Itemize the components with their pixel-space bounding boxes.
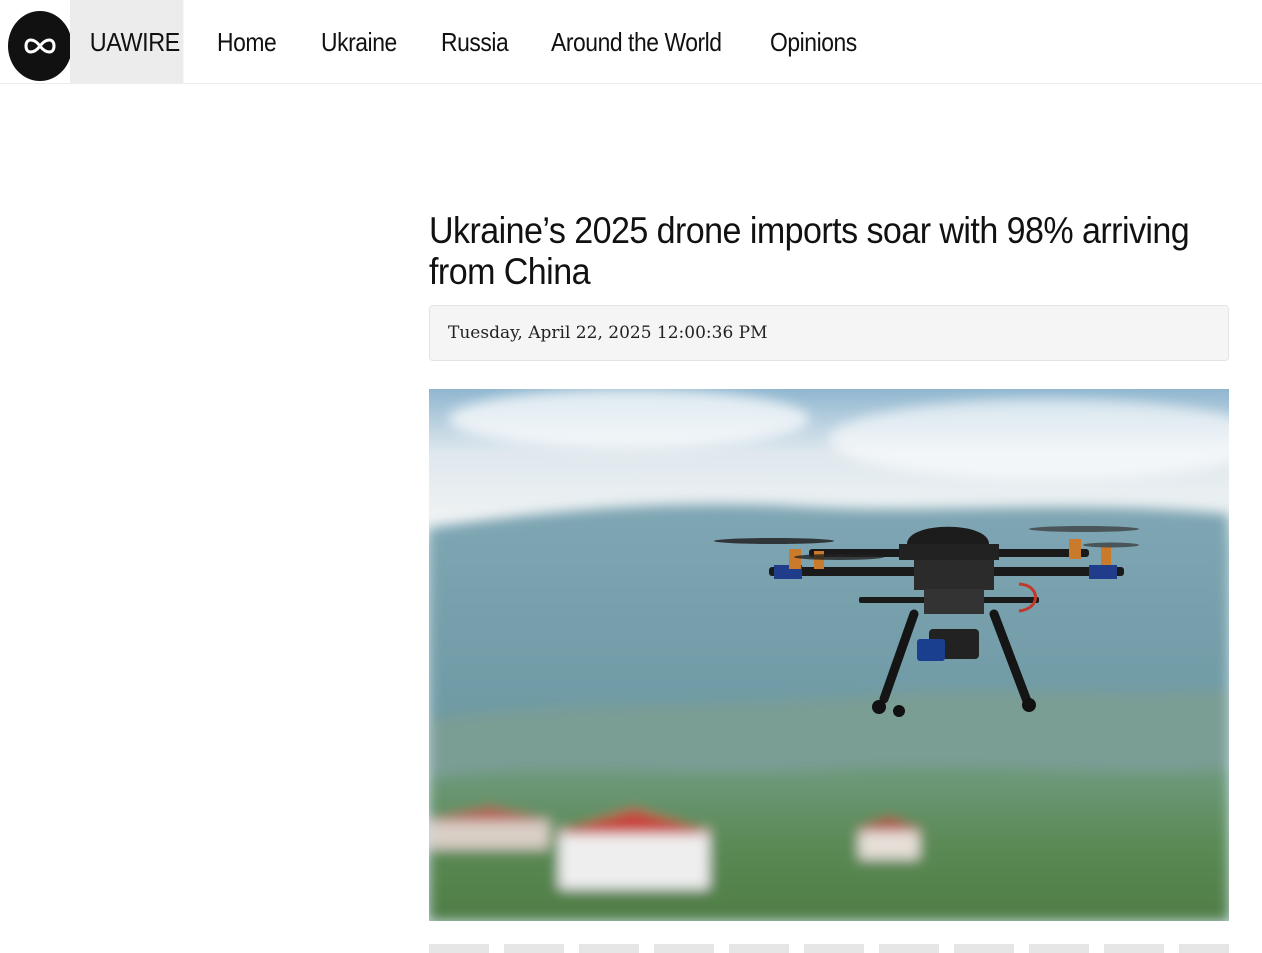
- nav-home[interactable]: Home: [217, 0, 277, 84]
- nav-russia[interactable]: Russia: [441, 0, 509, 84]
- article-hero-image: [429, 389, 1229, 921]
- article-body-preview: [429, 944, 1229, 953]
- nav-opinions[interactable]: Opinions: [770, 0, 857, 84]
- article: Ukraine’s 2025 drone imports soar with 9…: [429, 200, 1229, 921]
- top-navbar: UAWIRE Home Ukraine Russia Around the Wo…: [0, 0, 1262, 84]
- infinity-icon: [24, 38, 56, 54]
- article-title: Ukraine’s 2025 drone imports soar with 9…: [429, 210, 1190, 292]
- nav-ukraine[interactable]: Ukraine: [321, 0, 397, 84]
- drone-photo: [429, 389, 1229, 921]
- nav-around-the-world[interactable]: Around the World: [551, 0, 722, 84]
- brand-link[interactable]: UAWIRE: [70, 0, 184, 84]
- article-date: Tuesday, April 22, 2025 12:00:36 PM: [429, 305, 1229, 361]
- site-logo[interactable]: [8, 11, 72, 81]
